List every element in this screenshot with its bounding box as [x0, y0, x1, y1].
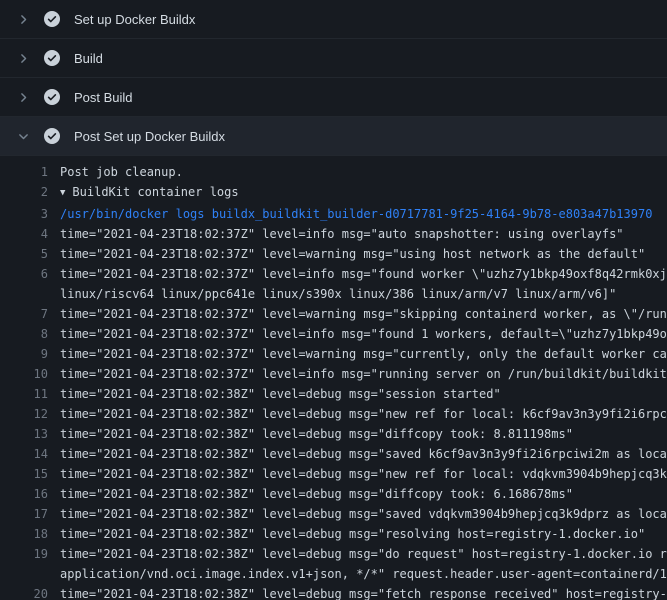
step-header-2[interactable]: Post Build [0, 78, 667, 117]
log-line: application/vnd.oci.image.index.v1+json,… [0, 564, 667, 584]
log-line: 8 time="2021-04-23T18:02:37Z" level=info… [0, 324, 667, 344]
check-circle-icon [44, 50, 60, 66]
log-line: 7 time="2021-04-23T18:02:37Z" level=warn… [0, 304, 667, 324]
line-number[interactable] [0, 564, 48, 584]
line-text: time="2021-04-23T18:02:38Z" level=debug … [60, 504, 667, 524]
log-line: 18 time="2021-04-23T18:02:38Z" level=deb… [0, 524, 667, 544]
line-text: time="2021-04-23T18:02:37Z" level=info m… [60, 264, 667, 284]
check-circle-icon [44, 128, 60, 144]
line-number[interactable] [0, 284, 48, 304]
log-line: 1 Post job cleanup. [0, 162, 667, 182]
line-number[interactable]: 1 [0, 162, 48, 182]
line-text: time="2021-04-23T18:02:38Z" level=debug … [60, 524, 667, 544]
line-number[interactable]: 15 [0, 464, 48, 484]
line-number[interactable]: 16 [0, 484, 48, 504]
line-text: time="2021-04-23T18:02:38Z" level=debug … [60, 404, 667, 424]
log-line: 20 time="2021-04-23T18:02:38Z" level=deb… [0, 584, 667, 600]
log-line: 9 time="2021-04-23T18:02:37Z" level=warn… [0, 344, 667, 364]
log-line: 5 time="2021-04-23T18:02:37Z" level=warn… [0, 244, 667, 264]
line-text: time="2021-04-23T18:02:38Z" level=debug … [60, 444, 667, 464]
line-text: time="2021-04-23T18:02:38Z" level=debug … [60, 544, 667, 564]
line-text: time="2021-04-23T18:02:38Z" level=debug … [60, 484, 667, 504]
line-text: time="2021-04-23T18:02:37Z" level=warnin… [60, 244, 667, 264]
step-title: Post Set up Docker Buildx [74, 129, 225, 144]
line-number[interactable]: 17 [0, 504, 48, 524]
step-log-output: 1 Post job cleanup. 2 ▼ BuildKit containe… [0, 156, 667, 600]
log-line: 19 time="2021-04-23T18:02:38Z" level=deb… [0, 544, 667, 564]
step-title: Set up Docker Buildx [74, 12, 195, 27]
command-link[interactable]: /usr/bin/docker logs buildx_buildkit_bui… [60, 204, 667, 224]
log-line: 13 time="2021-04-23T18:02:38Z" level=deb… [0, 424, 667, 444]
log-line: 10 time="2021-04-23T18:02:37Z" level=inf… [0, 364, 667, 384]
line-text: linux/riscv64 linux/ppc641e linux/s390x … [60, 284, 667, 304]
line-number[interactable]: 12 [0, 404, 48, 424]
log-line: 2 ▼ BuildKit container logs [0, 182, 667, 204]
log-line: 16 time="2021-04-23T18:02:38Z" level=deb… [0, 484, 667, 504]
log-line: 3 /usr/bin/docker logs buildx_buildkit_b… [0, 204, 667, 224]
line-text: time="2021-04-23T18:02:37Z" level=info m… [60, 324, 667, 344]
line-text: ▼ BuildKit container logs [60, 182, 667, 204]
line-text: time="2021-04-23T18:02:37Z" level=info m… [60, 364, 667, 384]
chevron-icon[interactable] [16, 90, 30, 104]
line-number[interactable]: 7 [0, 304, 48, 324]
step-header-3[interactable]: Post Set up Docker Buildx [0, 117, 667, 156]
line-text: time="2021-04-23T18:02:38Z" level=debug … [60, 384, 667, 404]
line-number[interactable]: 20 [0, 584, 48, 600]
check-circle-icon [44, 89, 60, 105]
line-text: time="2021-04-23T18:02:37Z" level=warnin… [60, 304, 667, 324]
chevron-icon[interactable] [16, 129, 30, 143]
log-line: 15 time="2021-04-23T18:02:38Z" level=deb… [0, 464, 667, 484]
log-line: 17 time="2021-04-23T18:02:38Z" level=deb… [0, 504, 667, 524]
line-text: time="2021-04-23T18:02:38Z" level=debug … [60, 584, 667, 600]
log-line: 11 time="2021-04-23T18:02:38Z" level=deb… [0, 384, 667, 404]
line-number[interactable]: 10 [0, 364, 48, 384]
actions-log-panel: Set up Docker Buildx Build P [0, 0, 667, 600]
check-circle-icon [44, 11, 60, 27]
line-number[interactable]: 5 [0, 244, 48, 264]
line-number[interactable]: 18 [0, 524, 48, 544]
step-header-1[interactable]: Build [0, 39, 667, 78]
log-line: 12 time="2021-04-23T18:02:38Z" level=deb… [0, 404, 667, 424]
line-number[interactable]: 4 [0, 224, 48, 244]
line-number[interactable]: 3 [0, 204, 48, 224]
chevron-icon[interactable] [16, 12, 30, 26]
log-line: 6 time="2021-04-23T18:02:37Z" level=info… [0, 264, 667, 284]
line-number[interactable]: 19 [0, 544, 48, 564]
line-text: time="2021-04-23T18:02:37Z" level=info m… [60, 224, 667, 244]
line-number[interactable]: 2 [0, 182, 48, 204]
line-number[interactable]: 14 [0, 444, 48, 464]
log-group-title[interactable]: BuildKit container logs [72, 185, 238, 199]
log-line: linux/riscv64 linux/ppc641e linux/s390x … [0, 284, 667, 304]
step-title: Post Build [74, 90, 133, 105]
step-list: Set up Docker Buildx Build P [0, 0, 667, 156]
line-text: time="2021-04-23T18:02:38Z" level=debug … [60, 464, 667, 484]
line-number[interactable]: 11 [0, 384, 48, 404]
line-number[interactable]: 13 [0, 424, 48, 444]
line-number[interactable]: 9 [0, 344, 48, 364]
line-number[interactable]: 8 [0, 324, 48, 344]
chevron-icon[interactable] [16, 51, 30, 65]
step-title: Build [74, 51, 103, 66]
line-text: application/vnd.oci.image.index.v1+json,… [60, 564, 667, 584]
log-group-caret-icon[interactable]: ▼ [60, 183, 65, 203]
line-text: time="2021-04-23T18:02:37Z" level=warnin… [60, 344, 667, 364]
line-number[interactable]: 6 [0, 264, 48, 284]
log-line: 4 time="2021-04-23T18:02:37Z" level=info… [0, 224, 667, 244]
line-text: time="2021-04-23T18:02:38Z" level=debug … [60, 424, 667, 444]
log-line: 14 time="2021-04-23T18:02:38Z" level=deb… [0, 444, 667, 464]
step-header-0[interactable]: Set up Docker Buildx [0, 0, 667, 39]
line-text: Post job cleanup. [60, 162, 667, 182]
